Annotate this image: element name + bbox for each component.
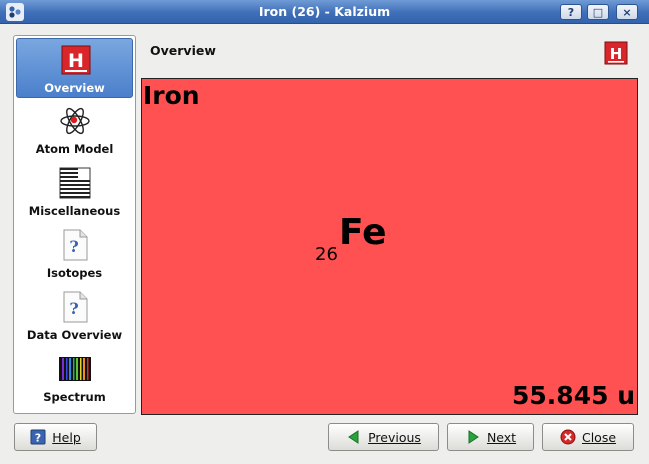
sidebar-item-label: Atom Model [35,142,114,156]
arrow-right-icon [465,429,481,445]
spectrum-icon [58,352,92,386]
sidebar-item-atom-model[interactable]: Atom Model [16,100,133,160]
help-document-icon: ? [58,290,92,324]
sidebar-item-overview[interactable]: H Overview [16,38,133,98]
sidebar-item-data-overview[interactable]: ? Data Overview [16,286,133,346]
close-button[interactable]: Close [542,423,634,451]
svg-text:H: H [68,50,84,72]
sidebar-item-isotopes[interactable]: ? Isotopes [16,224,133,284]
sidebar-item-label: Isotopes [46,266,103,280]
periodic-h-icon: H [604,41,628,65]
sidebar-item-label: Miscellaneous [28,204,121,218]
atom-icon [58,104,92,138]
periodic-h-icon: H [59,43,93,77]
sidebar-item-label: Overview [44,81,105,95]
next-button[interactable]: Next [447,423,534,451]
svg-text:H: H [610,45,623,63]
maximize-icon: □ [592,5,604,19]
sidebar-item-spectrum[interactable]: Spectrum [16,348,133,408]
sidebar-list[interactable]: H Overview Atom Model Miscellaneous ? Is… [13,35,136,414]
help-button-label: Help [52,429,81,445]
close-button-label: Close [581,429,617,445]
window-close-button[interactable]: × [616,4,638,20]
atomic-number: 26 [315,244,338,265]
help-button[interactable]: ? Help [14,423,97,451]
previous-button-label: Previous [368,429,421,445]
page-title: Overview [150,43,216,58]
element-symbol: Fe [339,212,387,253]
sidebar-item-label: Data Overview [26,328,123,342]
sidebar-item-label: Spectrum [43,390,106,404]
element-overview-panel: Iron 26 Fe 55.845 u [141,78,638,415]
next-button-label: Next [486,429,517,445]
previous-button[interactable]: Previous [328,423,439,451]
svg-text:?: ? [69,237,78,256]
misc-grid-icon [58,166,92,200]
close-circle-icon [560,429,576,445]
help-document-icon: ? [58,228,92,262]
question-icon: ? [567,5,575,19]
sidebar-item-miscellaneous[interactable]: Miscellaneous [16,162,133,222]
svg-text:?: ? [69,299,78,318]
close-icon: × [622,5,632,19]
element-name: Iron [143,81,200,110]
window-title: Iron (26) - Kalzium [258,4,391,19]
window-help-button[interactable]: ? [560,4,582,20]
window-titlebar[interactable]: Iron (26) - Kalzium ? □ × [0,0,649,24]
atomic-mass: 55.845 u [512,381,635,410]
arrow-left-icon [346,429,362,445]
window-maximize-button[interactable]: □ [587,4,609,20]
svg-text:?: ? [35,432,41,445]
help-book-icon: ? [30,429,46,445]
